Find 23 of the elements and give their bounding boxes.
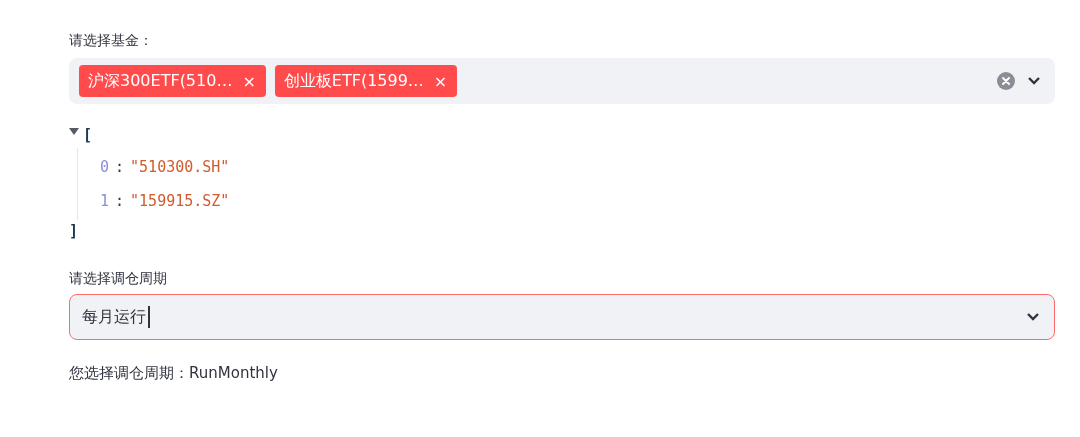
colon: :	[115, 158, 125, 176]
array-index: 0	[100, 158, 110, 176]
chevron-down-icon[interactable]	[1027, 76, 1041, 86]
multiselect-field[interactable]: 沪深300ETF(510… × 创业板ETF(1599… ×	[69, 58, 1055, 104]
collapse-triangle-icon[interactable]	[69, 128, 79, 136]
close-bracket: ]	[69, 222, 79, 240]
string-value: "159915.SZ"	[130, 192, 230, 210]
array-index: 1	[100, 192, 110, 210]
field-label: 请选择基金：	[69, 31, 154, 50]
tag-label: 沪深300ETF(510…	[88, 70, 233, 92]
remove-tag-button[interactable]: ×	[242, 71, 256, 91]
chevron-down-icon[interactable]	[1026, 312, 1040, 322]
open-bracket: [	[83, 126, 93, 144]
fund-tag[interactable]: 创业板ETF(1599… ×	[274, 65, 458, 97]
select-field[interactable]: 每月运行	[69, 294, 1055, 340]
result-text: 您选择调仓周期：RunMonthly	[69, 364, 279, 383]
colon: :	[115, 192, 125, 210]
field-label: 请选择调仓周期	[69, 269, 168, 288]
clear-icon[interactable]	[997, 72, 1015, 90]
remove-tag-button[interactable]: ×	[433, 71, 448, 91]
tag-label: 创业板ETF(1599…	[283, 70, 424, 92]
fund-tag[interactable]: 沪深300ETF(510… ×	[79, 65, 266, 97]
string-value: "510300.SH"	[130, 158, 230, 176]
